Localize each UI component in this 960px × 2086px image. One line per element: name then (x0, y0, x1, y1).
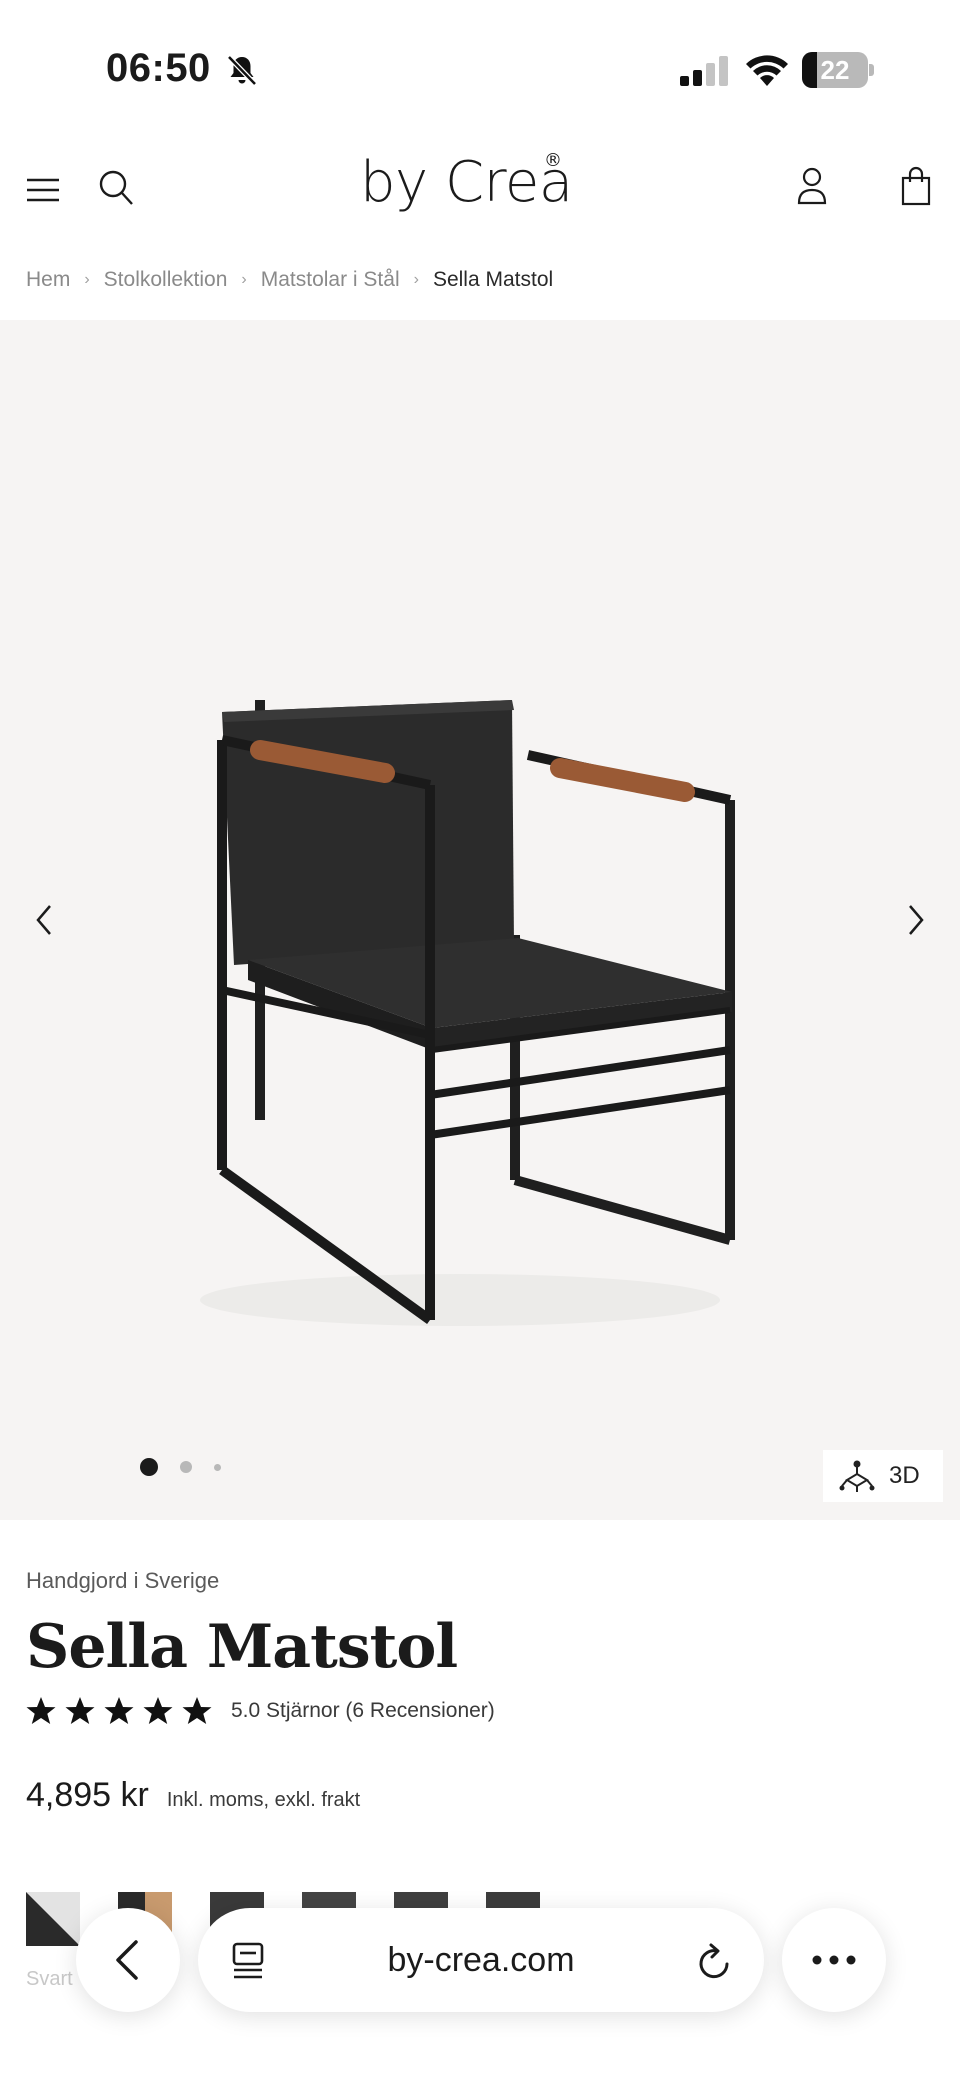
browser-toolbar: by-crea.com (0, 1900, 960, 2020)
product-origin: Handgjord i Sverige (26, 1568, 220, 1593)
status-time: 06:50 (106, 46, 211, 90)
breadcrumb-separator: › (84, 271, 90, 288)
view-3d-label: 3D (889, 1462, 920, 1489)
product-title: Sella Matstol (26, 1612, 458, 1682)
cart-icon[interactable] (900, 166, 932, 206)
bell-off-icon (227, 55, 257, 86)
price-row: 4,895 kr Inkl. moms, exkl. frakt (26, 1776, 360, 1815)
menu-icon[interactable] (26, 176, 60, 204)
star-icon (26, 1697, 56, 1724)
url-text: by-crea.com (387, 1941, 575, 1979)
previous-image-arrow[interactable] (30, 900, 58, 940)
gallery-dot-2[interactable] (180, 1461, 192, 1473)
battery-indicator: 22 (802, 52, 874, 88)
product-image-chair (200, 700, 735, 1326)
rating-text: 5.0 Stjärnor (6 Recensioner) (231, 1699, 495, 1722)
price-note: Inkl. moms, exkl. frakt (166, 1789, 361, 1811)
address-bar[interactable]: by-crea.com (198, 1908, 764, 2012)
account-icon[interactable] (796, 166, 828, 206)
breadcrumb-item-current: Sella Matstol (432, 268, 554, 291)
logo-text: by Crea (360, 150, 573, 215)
star-icon (143, 1697, 173, 1724)
gallery-pagination (140, 1457, 243, 1477)
back-arrow-icon (116, 1940, 138, 1980)
wifi-icon (746, 55, 788, 86)
cellular-signal-icon (680, 56, 728, 86)
gallery-dot-3[interactable] (214, 1463, 221, 1471)
rating-stars (26, 1696, 221, 1726)
search-icon[interactable] (96, 166, 136, 210)
next-image-arrow[interactable] (902, 900, 930, 940)
breadcrumb-separator: › (413, 271, 419, 288)
registered-mark: ® (544, 150, 562, 171)
view-3d-button[interactable]: 3D (823, 1450, 943, 1502)
star-icon (104, 1697, 134, 1724)
breadcrumb-separator: › (241, 271, 247, 288)
breadcrumb: Hem › Stolkollektion › Matstolar i Stål … (26, 262, 553, 298)
breadcrumb-item-home[interactable]: Hem (26, 268, 70, 292)
status-bar: 06:50 22 (0, 0, 960, 140)
star-icon (65, 1697, 95, 1724)
reload-icon[interactable] (696, 1942, 734, 1982)
3d-model-icon (839, 1460, 875, 1492)
product-rating[interactable]: 5.0 Stjärnor (6 Recensioner) (26, 1694, 495, 1728)
ellipsis-icon (812, 1955, 856, 1965)
breadcrumb-item-steel-dining-chairs[interactable]: Matstolar i Stål (261, 268, 400, 292)
browser-back-button[interactable] (76, 1908, 180, 2012)
brand-logo[interactable]: by Crea ® (360, 150, 590, 230)
more-options-button[interactable] (782, 1908, 886, 2012)
gallery-dot-1[interactable] (140, 1458, 158, 1476)
breadcrumb-item-chair-collection[interactable]: Stolkollektion (104, 268, 228, 292)
product-gallery[interactable]: 3D (0, 320, 960, 1520)
battery-level: 22 (820, 55, 850, 85)
star-icon (182, 1697, 212, 1724)
product-price: 4,895 kr (26, 1776, 149, 1814)
